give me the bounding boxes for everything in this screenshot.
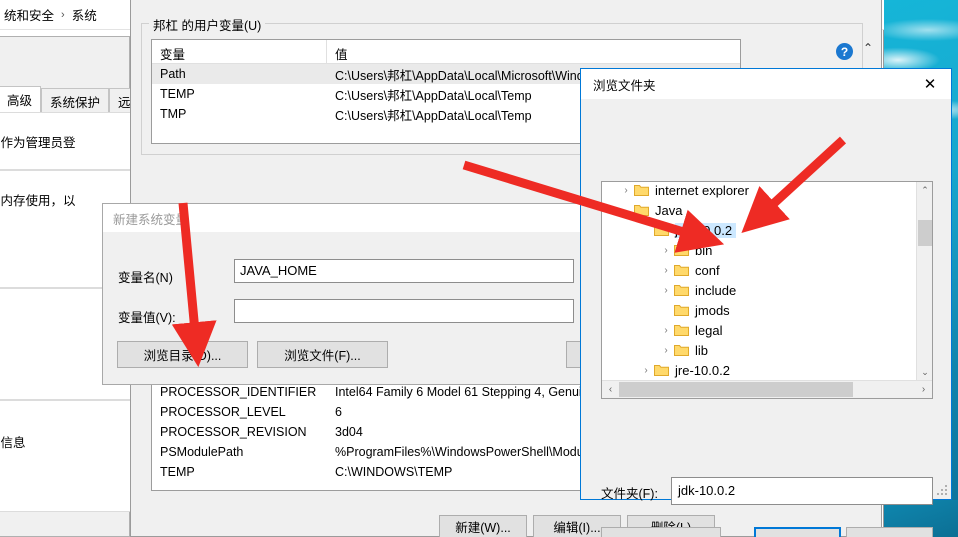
user-profiles-text: 的桌面设置 [0, 310, 1, 329]
folder-icon [674, 244, 689, 257]
folder-icon [674, 324, 689, 337]
folder-icon [674, 344, 689, 357]
tree-item-label: bin [695, 242, 713, 258]
variable-name: TMP [160, 107, 187, 121]
folder-name-label: 文件夹(F): [601, 487, 658, 501]
tree-item-jmods[interactable]: jmods [602, 300, 932, 320]
resize-grip[interactable] [936, 485, 948, 497]
browse-for-folder-dialog: 浏览文件夹 ✕ › internet explorer ⌄ Java jdk-1… [580, 68, 952, 537]
column-header-value[interactable]: 值 [327, 40, 740, 63]
breadcrumb-item-security[interactable]: 统和安全 [4, 5, 54, 24]
new-button[interactable]: 新建(W)... [439, 515, 527, 537]
variable-name: PROCESSOR_REVISION [160, 425, 307, 439]
performance-text: 理器计划，内存使用，以 [0, 194, 76, 208]
folder-icon [674, 284, 689, 297]
folder-icon [634, 184, 649, 197]
breadcrumb[interactable]: 统和安全 › 系统 [0, 5, 97, 24]
tree-item-internet-explorer[interactable]: › internet explorer [602, 182, 932, 200]
admin-note-text: 改，你必须作为管理员登 [0, 136, 76, 150]
tree-item-label: jre-10.0.2 [675, 362, 730, 378]
browse-directory-button[interactable]: 浏览目录(D)... [117, 341, 248, 368]
folder-tree[interactable]: › internet explorer ⌄ Java jdk-10.0.2 › [601, 181, 933, 399]
new-folder-button[interactable]: 新建文件夹(M) [601, 527, 722, 537]
variable-name: Path [160, 67, 186, 81]
tree-item-label: jmods [695, 302, 730, 318]
user-variables-legend: 邦杠 的用户变量(U) [149, 15, 266, 34]
folder-icon [654, 364, 669, 377]
variable-name: PROCESSOR_IDENTIFIER [160, 385, 317, 399]
chevron-up-icon[interactable]: ⌃ [863, 41, 873, 55]
tree-item-label: Java [655, 202, 683, 218]
tree-item-conf[interactable]: › conf [602, 260, 932, 280]
chevron-right-icon[interactable]: › [638, 365, 654, 376]
ok-button[interactable]: 确定 [754, 527, 842, 537]
chevron-right-icon[interactable]: › [658, 245, 674, 256]
scroll-left-icon[interactable]: ‹ [602, 381, 619, 398]
startup-recovery-text: 故障和调试信息 [0, 436, 26, 450]
browse-file-button[interactable]: 浏览文件(F)... [257, 341, 388, 368]
tree-item-legal[interactable]: › legal [602, 320, 932, 340]
chevron-down-icon[interactable]: ⌄ [618, 205, 634, 216]
chevron-right-icon[interactable]: › [658, 265, 674, 276]
scroll-down-icon[interactable]: ⌄ [917, 364, 932, 381]
scroll-up-icon[interactable]: ⌃ [917, 182, 932, 199]
variable-name: PROCESSOR_LEVEL [160, 405, 286, 419]
tree-item-lib[interactable]: › lib [602, 340, 932, 360]
folder-name-input[interactable]: jdk-10.0.2 [671, 477, 933, 505]
chevron-right-icon: › [61, 8, 65, 21]
browse-title-bar: 浏览文件夹 ✕ [581, 69, 951, 99]
chevron-right-icon[interactable]: › [658, 345, 674, 356]
variable-value-input[interactable] [234, 299, 574, 323]
browse-dialog-buttons: 新建文件夹(M) 确定 取消 [601, 527, 933, 537]
system-properties-tabs: 高级 系统保护 远 [0, 86, 140, 112]
variable-name: PSModulePath [160, 445, 244, 459]
breadcrumb-item-system[interactable]: 系统 [72, 5, 97, 24]
new-variable-title: 新建系统变量 [103, 204, 588, 233]
tree-item-label: include [695, 282, 737, 298]
tree-item-jdk-10-0-2[interactable]: jdk-10.0.2 [602, 220, 932, 240]
close-icon[interactable]: ✕ [915, 71, 945, 97]
tree-item-label: conf [695, 262, 720, 278]
tree-item-bin[interactable]: › bin [602, 240, 932, 260]
tree-item-label: jdk-10.0.2 [675, 222, 737, 238]
browse-dialog-title: 浏览文件夹 [593, 78, 656, 93]
column-header-variable[interactable]: 变量 [152, 40, 327, 63]
cancel-button[interactable]: 取消 [846, 527, 933, 537]
folder-icon [634, 204, 649, 217]
chevron-right-icon[interactable]: › [658, 325, 674, 336]
tree-item-include[interactable]: › include [602, 280, 932, 300]
vertical-scroll-thumb[interactable] [918, 220, 932, 246]
new-system-variable-dialog: 新建系统变量 变量名(N) JAVA_HOME 变量值(V): 浏览目录(D).… [102, 203, 654, 385]
folder-icon [674, 304, 689, 317]
screen: 统和安全 › 系统 ⌄ ↻ 搜索控制 高级 系统保护 远 改 [0, 0, 958, 537]
tree-item-label: lib [695, 342, 709, 358]
tree-item-jre-10-0-2[interactable]: › jre-10.0.2 [602, 360, 932, 380]
user-table-header: 变量 值 [152, 40, 740, 64]
tree-item-label: legal [695, 322, 723, 338]
tree-item-java[interactable]: ⌄ Java [602, 200, 932, 220]
variable-value-label: 变量值(V): [118, 311, 176, 325]
tree-vertical-scrollbar[interactable]: ⌃ ⌄ [916, 182, 932, 381]
folder-icon [674, 264, 689, 277]
variable-name-label: 变量名(N) [118, 271, 173, 285]
chevron-right-icon[interactable]: › [658, 285, 674, 296]
tree-item-label: internet explorer [655, 182, 749, 198]
variable-name: TEMP [160, 465, 195, 479]
tab-system-protection[interactable]: 系统保护 [41, 88, 110, 112]
tab-advanced[interactable]: 高级 [0, 86, 42, 112]
tree-horizontal-scrollbar[interactable]: ‹ › [602, 380, 932, 398]
folder-tree-items: › internet explorer ⌄ Java jdk-10.0.2 › [602, 182, 932, 381]
chevron-right-icon[interactable]: › [618, 185, 634, 196]
variable-name: TEMP [160, 87, 195, 101]
variable-name-input[interactable]: JAVA_HOME [234, 259, 574, 283]
folder-icon [654, 224, 669, 237]
horizontal-scroll-thumb[interactable] [619, 382, 853, 397]
scroll-right-icon[interactable]: › [915, 381, 932, 398]
startup-recovery-panel [0, 400, 130, 512]
